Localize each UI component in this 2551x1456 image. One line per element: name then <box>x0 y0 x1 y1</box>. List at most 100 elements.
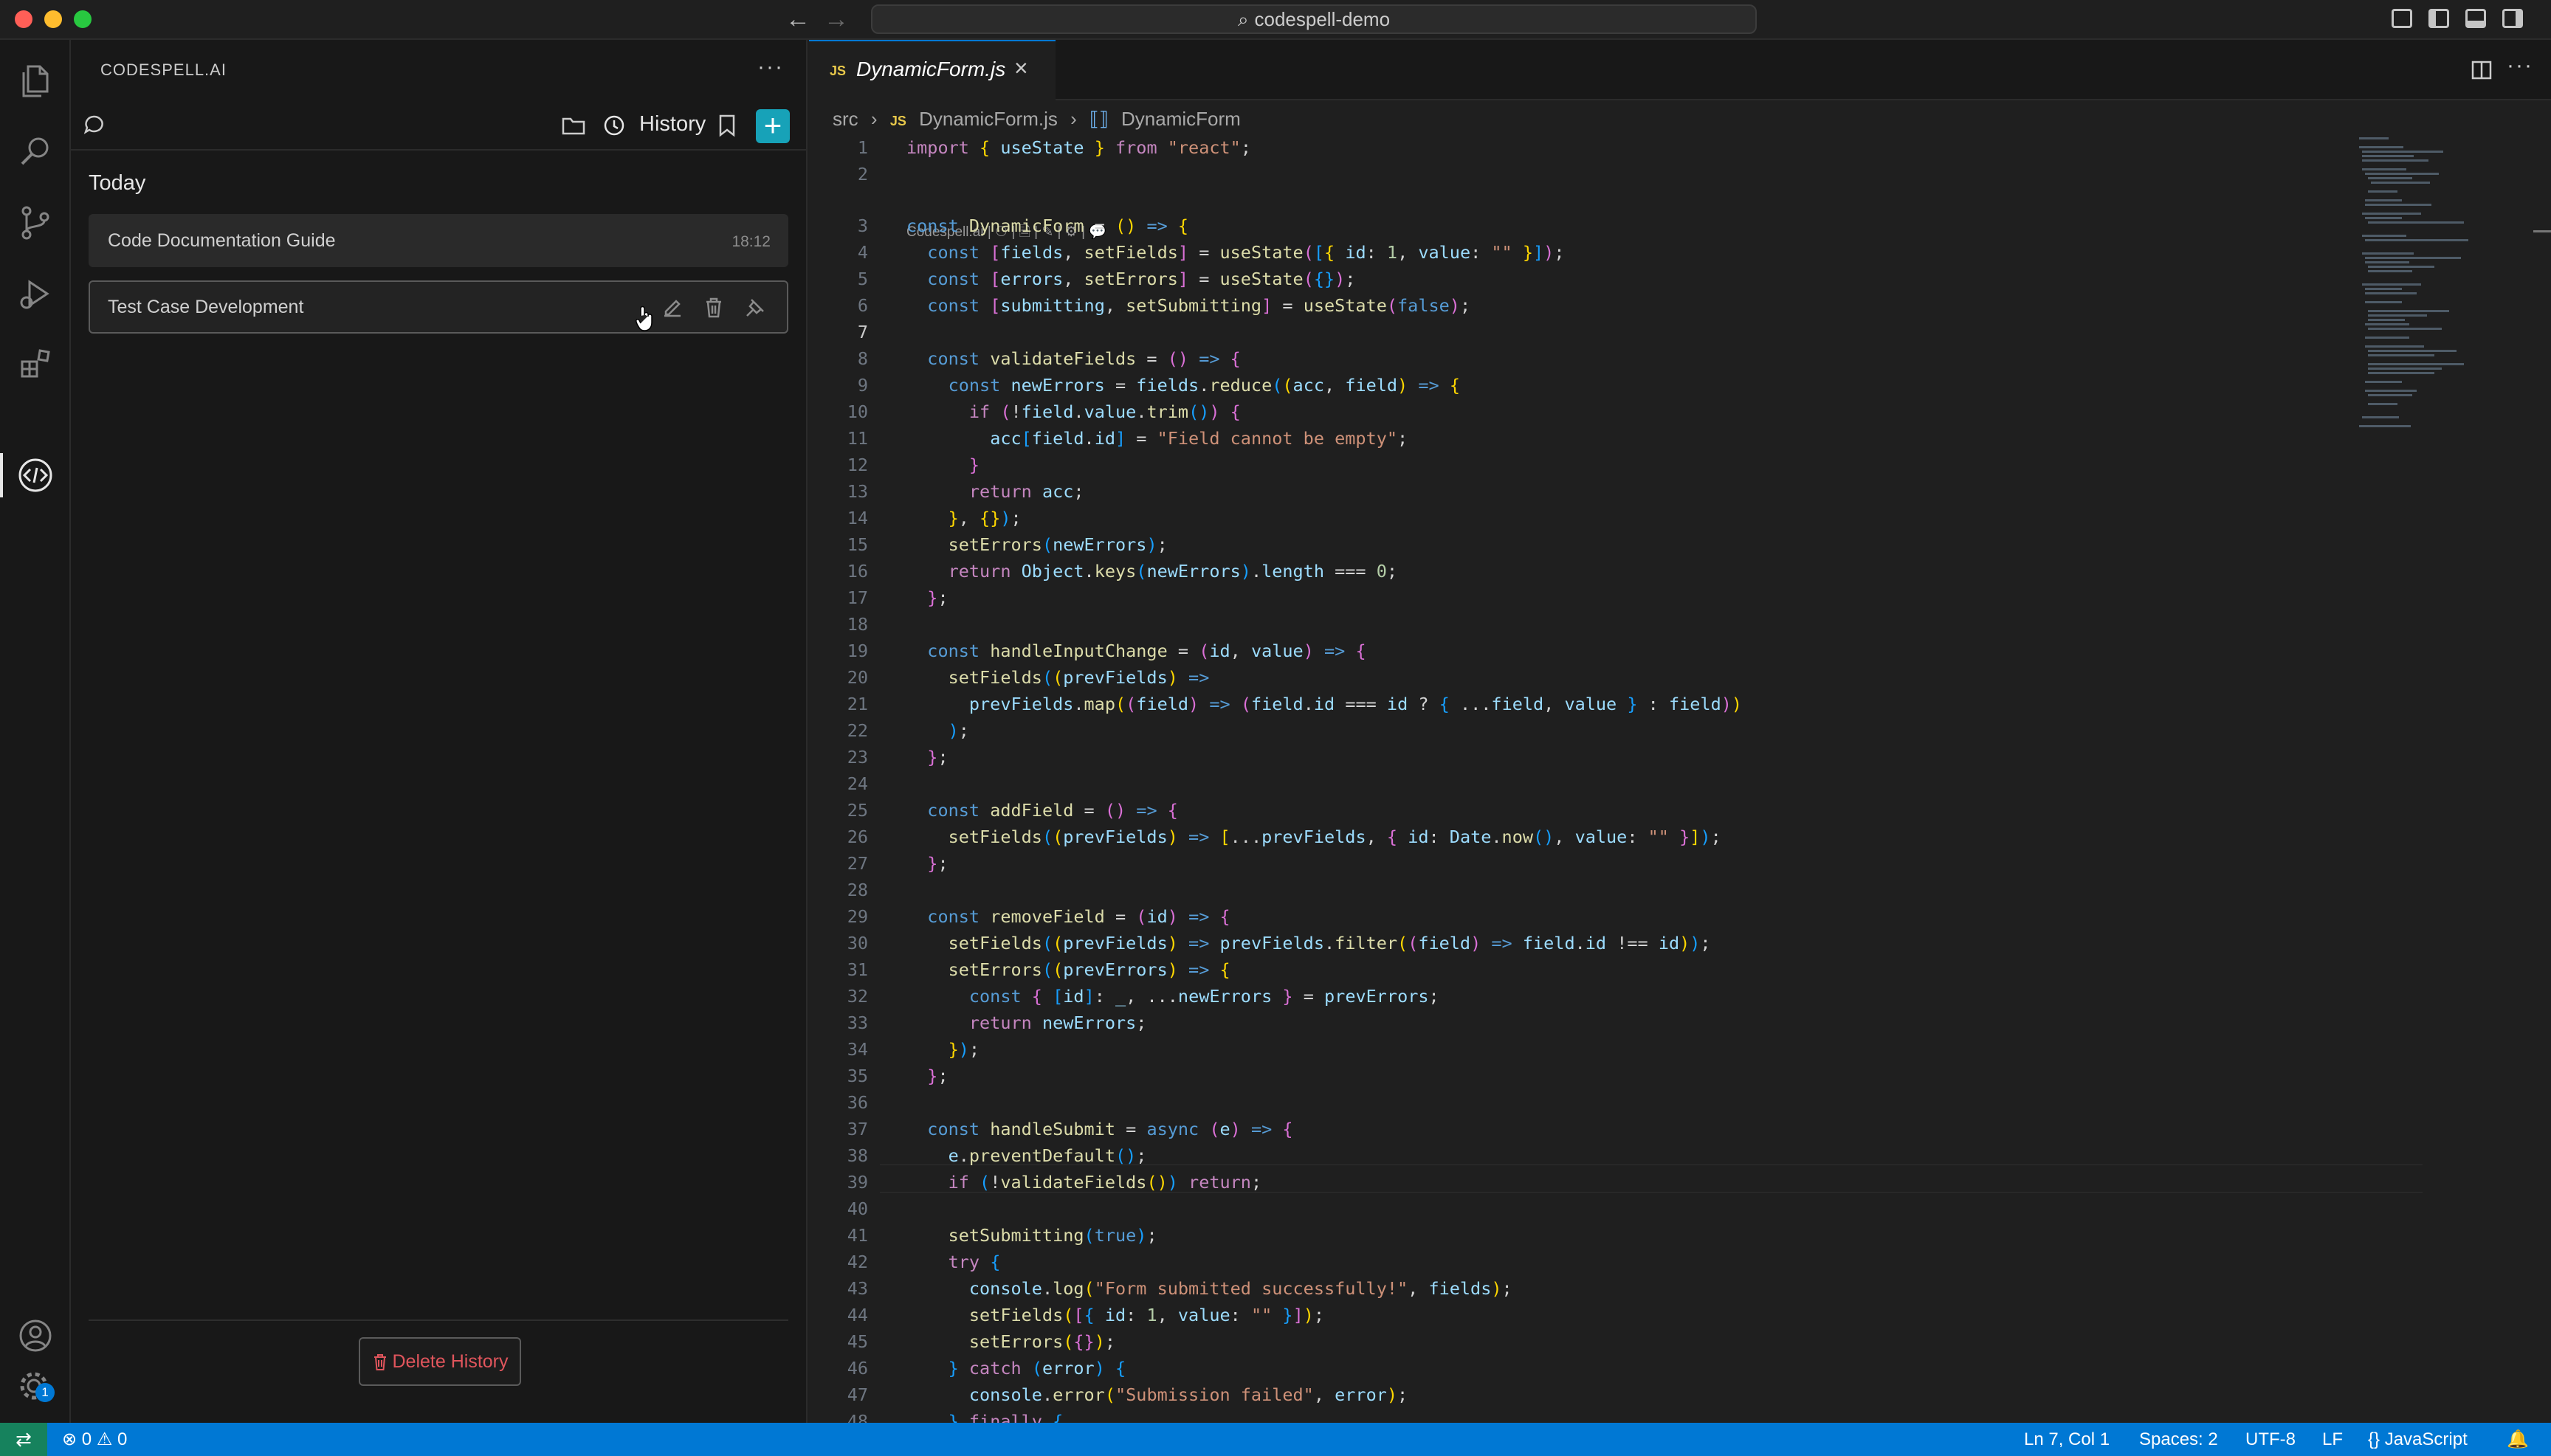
window-close-button[interactable] <box>15 10 32 28</box>
line-number: 40 <box>847 1198 868 1219</box>
search-icon: ⌕ <box>1237 8 1249 30</box>
line-number: 22 <box>847 720 868 741</box>
line-number: 42 <box>847 1252 868 1272</box>
close-icon[interactable]: × <box>1014 55 1028 82</box>
history-clock-icon[interactable] <box>602 114 626 137</box>
explorer-icon[interactable] <box>16 62 55 100</box>
line-text: }; <box>927 587 949 608</box>
edit-pencil-icon[interactable] <box>660 295 685 320</box>
back-arrow-icon[interactable]: ← <box>785 4 810 34</box>
line-text: const { [id]: _, ...newErrors } = prevEr… <box>968 986 1439 1007</box>
line-text: setErrors((prevErrors) => { <box>948 959 1230 980</box>
line-number: 43 <box>847 1278 868 1299</box>
sidebar-title: CODESPELL.AI <box>100 61 227 79</box>
window-minimize-button[interactable] <box>44 10 62 28</box>
line-text: const handleSubmit = async (e) => { <box>927 1119 1293 1139</box>
command-center[interactable]: ⌕ codespell-demo <box>871 4 1757 34</box>
language-mode-label: JavaScript <box>2384 1429 2468 1449</box>
line-text: }, {}); <box>948 508 1022 528</box>
encoding[interactable]: UTF-8 <box>2245 1423 2296 1456</box>
split-editor-icon[interactable] <box>2471 61 2492 80</box>
minimap[interactable] <box>2352 134 2514 474</box>
line-text: } catch (error) { <box>948 1358 1126 1379</box>
symbol-icon: ⟦⟧ <box>1089 108 1109 130</box>
forward-arrow-icon[interactable]: → <box>824 4 849 34</box>
window-maximize-button[interactable] <box>74 10 92 28</box>
trash-icon[interactable] <box>701 295 726 320</box>
line-number: 37 <box>847 1119 868 1139</box>
toggle-panel-icon[interactable] <box>2465 9 2486 28</box>
line-number: 17 <box>847 587 868 608</box>
line-number: 39 <box>847 1172 868 1193</box>
line-number: 34 <box>847 1039 868 1060</box>
breadcrumb-symbol[interactable]: DynamicForm <box>1121 108 1241 130</box>
search-icon[interactable] <box>16 133 55 171</box>
pin-icon[interactable] <box>743 295 768 320</box>
warning-count: 0 <box>117 1429 128 1449</box>
line-number: 18 <box>847 614 868 635</box>
history-item[interactable]: Code Documentation Guide 18:12 <box>89 214 788 267</box>
line-number: 21 <box>847 694 868 714</box>
line-ending[interactable]: LF <box>2322 1423 2343 1456</box>
source-control-icon[interactable] <box>16 204 55 242</box>
history-item[interactable]: Test Case Development <box>89 280 788 334</box>
toggle-secondary-sidebar-icon[interactable] <box>2502 9 2523 28</box>
remote-indicator-icon[interactable]: ⇄ <box>0 1423 47 1456</box>
customize-layout-icon[interactable] <box>2392 9 2412 28</box>
sidebar-toolbar: History + <box>71 99 806 151</box>
codespell-ai-icon[interactable] <box>16 456 55 494</box>
history-tab-label[interactable]: History <box>639 112 706 137</box>
line-text: import { useState } from "react"; <box>906 137 1251 158</box>
new-chat-button[interactable]: + <box>756 109 790 143</box>
line-text: setFields((prevFields) => prevFields.fil… <box>948 933 1711 953</box>
breadcrumb-file[interactable]: DynamicForm.js <box>919 108 1058 130</box>
settings-badge: 1 <box>35 1383 55 1402</box>
line-text: }; <box>927 1066 949 1086</box>
chat-bubble-icon[interactable] <box>83 114 105 136</box>
javascript-file-icon: JS <box>889 114 906 128</box>
more-actions-icon[interactable]: ··· <box>2507 53 2533 78</box>
line-text: if (!validateFields()) return; <box>948 1172 1262 1193</box>
extensions-icon[interactable] <box>16 345 55 384</box>
folder-icon[interactable] <box>561 115 586 136</box>
line-text: console.error("Submission failed", error… <box>968 1384 1408 1405</box>
indentation[interactable]: Spaces: 2 <box>2139 1423 2218 1456</box>
toggle-primary-sidebar-icon[interactable] <box>2428 9 2449 28</box>
line-text: setFields([{ id: 1, value: "" }]); <box>968 1305 1325 1325</box>
line-text: const newErrors = fields.reduce((acc, fi… <box>948 375 1460 396</box>
problems-indicator[interactable]: ⊗ 0 ⚠ 0 <box>62 1423 127 1456</box>
editor-tab[interactable]: JS DynamicForm.js × <box>809 40 1056 100</box>
run-debug-icon[interactable] <box>16 275 55 313</box>
cursor-position[interactable]: Ln 7, Col 1 <box>2024 1423 2110 1456</box>
bookmark-icon[interactable] <box>717 114 737 137</box>
line-number: 30 <box>847 933 868 953</box>
line-number: 20 <box>847 667 868 688</box>
account-icon[interactable] <box>16 1317 55 1355</box>
line-text: setSubmitting(true); <box>948 1225 1157 1246</box>
line-number: 31 <box>847 959 868 980</box>
line-number: 9 <box>857 375 868 396</box>
language-mode[interactable]: {} JavaScript <box>2368 1423 2468 1456</box>
line-text: const removeField = (id) => { <box>927 906 1230 927</box>
delete-history-button[interactable]: Delete History <box>359 1337 521 1386</box>
line-text: }; <box>927 747 949 767</box>
line-number: 45 <box>847 1331 868 1352</box>
line-text: e.preventDefault(); <box>948 1145 1147 1166</box>
activity-bar: 1 <box>0 40 71 1423</box>
scrollbar-thumb[interactable] <box>2533 230 2551 232</box>
line-number: 5 <box>857 269 868 289</box>
breadcrumb-folder[interactable]: src <box>833 108 858 130</box>
line-number: 7 <box>857 322 868 342</box>
line-text: return acc; <box>968 481 1084 502</box>
line-number: 35 <box>847 1066 868 1086</box>
mouse-cursor-icon <box>636 306 653 331</box>
notifications-bell-icon[interactable]: 🔔 <box>2507 1423 2529 1456</box>
line-text: const [submitting, setSubmitting] = useS… <box>927 295 1471 316</box>
line-number: 14 <box>847 508 868 528</box>
line-text: prevFields.map((field) => (field.id === … <box>968 694 1743 714</box>
delete-history-label: Delete History <box>392 1351 509 1372</box>
line-number: 16 <box>847 561 868 582</box>
more-actions-icon[interactable]: ··· <box>757 55 784 80</box>
line-number: 41 <box>847 1225 868 1246</box>
line-number: 10 <box>847 401 868 422</box>
